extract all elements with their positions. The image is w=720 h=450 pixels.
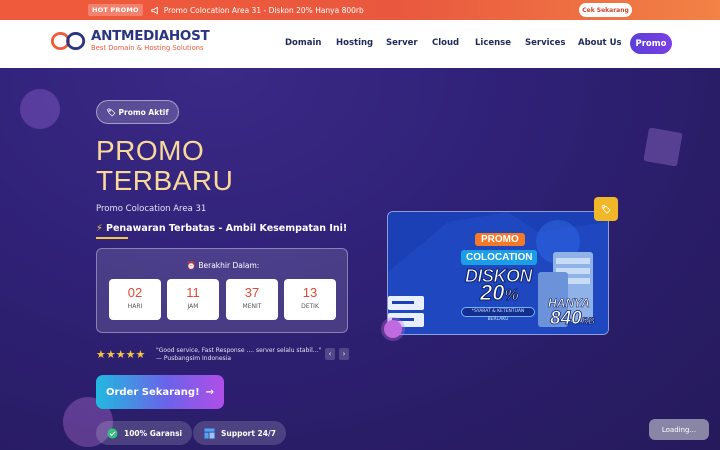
banner-price: 840RB (550, 308, 595, 330)
nav-cloud[interactable]: Cloud (432, 38, 459, 48)
promo-banner[interactable]: PROMO COLOCATION DISKON 20% *SYARAT & KE… (387, 211, 609, 335)
promo-banner-image: PROMO COLOCATION DISKON 20% *SYARAT & KE… (387, 211, 609, 335)
guarantee-label: 100% Garansi (124, 428, 183, 438)
banner-percent: 20% (479, 280, 519, 306)
banner-percent-value: 20 (479, 280, 505, 306)
nav-services[interactable]: Services (525, 38, 565, 48)
countdown-seconds: 13 DETIK (284, 279, 336, 320)
banner-promo-label: PROMO (475, 233, 525, 246)
promo-message[interactable]: Promo Colocation Area 31 - Diskon 20% Ha… (164, 6, 364, 15)
bolt-icon: ⚡ (96, 223, 103, 234)
hero-subtitle: Promo Colocation Area 31 (96, 204, 207, 214)
promo-aktif-badge: 🏷 Promo Aktif (96, 100, 179, 124)
banner-percent-symbol: % (504, 287, 519, 305)
support-grid-icon (204, 427, 215, 439)
order-now-button[interactable]: Order Sekarang! → (96, 375, 224, 409)
countdown-value: 37 (244, 285, 260, 300)
nav-about-us[interactable]: About Us (578, 38, 622, 48)
nav-server[interactable]: Server (386, 38, 418, 48)
countdown-value: 11 (186, 285, 200, 300)
testimonial-author: — Pusbangsim Indonesia (156, 355, 232, 362)
nav-hosting[interactable]: Hosting (336, 38, 373, 48)
countdown-unit: HARI (127, 303, 143, 310)
nav-domain[interactable]: Domain (285, 38, 321, 48)
banner-price-unit: RB (581, 316, 595, 327)
countdown-unit: JAM (187, 303, 199, 310)
tag-icon: 🏷 (594, 197, 618, 221)
decor-square (643, 127, 683, 167)
countdown-label: ⏰ Berakhir Dalam: (186, 261, 260, 270)
support-pill: Support 24/7 (193, 421, 286, 445)
check-circle-icon (107, 427, 118, 439)
guarantee-pill: 100% Garansi (96, 421, 193, 445)
nav-license[interactable]: License (475, 38, 511, 48)
support-label: Support 24/7 (221, 428, 276, 438)
nav-promo-button[interactable]: Promo (630, 33, 672, 54)
countdown-unit: MENIT (242, 303, 262, 310)
megaphone-icon (151, 6, 160, 15)
countdown-hours: 11 JAM (167, 279, 219, 320)
hero-section: 🏷 Promo Aktif PROMO TERBARU Promo Coloca… (0, 68, 720, 450)
limited-offer-label: Penawaran Terbatas - Ambil Kesempatan In… (105, 223, 348, 234)
hero-title-line: TERBARU (96, 165, 234, 196)
cek-sekarang-button[interactable]: Cek Sekarang (579, 3, 632, 17)
testimonial-next-button[interactable]: › (339, 348, 349, 360)
order-now-label: Order Sekarang! (105, 386, 200, 398)
testimonial: "Good service, Fast Response .... server… (156, 347, 321, 363)
testimonial-quote: "Good service, Fast Response .... server… (156, 347, 322, 354)
countdown-value: 13 (302, 285, 318, 300)
hot-promo-badge: HOT PROMO (88, 4, 143, 16)
banner-terms: *SYARAT & KETENTUAN BERLAKU (461, 307, 535, 322)
countdown-minutes: 37 MENIT (226, 279, 278, 320)
hero-title-line: PROMO (96, 135, 205, 166)
countdown-unit: DETIK (301, 303, 319, 310)
accent-underline (96, 237, 128, 239)
banner-price-value: 840 (550, 308, 582, 330)
decor-dot (384, 320, 402, 338)
loading-indicator: Loading... (649, 419, 709, 440)
countdown-panel: ⏰ Berakhir Dalam: 02 HARI 11 JAM 37 MENI… (96, 248, 348, 333)
limited-offer-text: ⚡ Penawaran Terbatas - Ambil Kesempatan … (96, 223, 347, 234)
countdown-value: 02 (127, 285, 143, 300)
rating-stars: ★★★★★ (96, 348, 146, 361)
decor-circle (20, 89, 60, 129)
arrow-right-icon: → (205, 386, 215, 398)
banner-colocation-label: COLOCATION (461, 250, 538, 265)
main-navbar: ANTMEDIAHOST Best Domain & Hosting Solut… (0, 20, 720, 68)
countdown-days: 02 HARI (109, 279, 161, 320)
top-promo-bar: HOT PROMO Promo Colocation Area 31 - Dis… (0, 0, 720, 20)
testimonial-prev-button[interactable]: ‹ (325, 348, 335, 360)
hero-title: PROMO TERBARU (96, 136, 233, 196)
